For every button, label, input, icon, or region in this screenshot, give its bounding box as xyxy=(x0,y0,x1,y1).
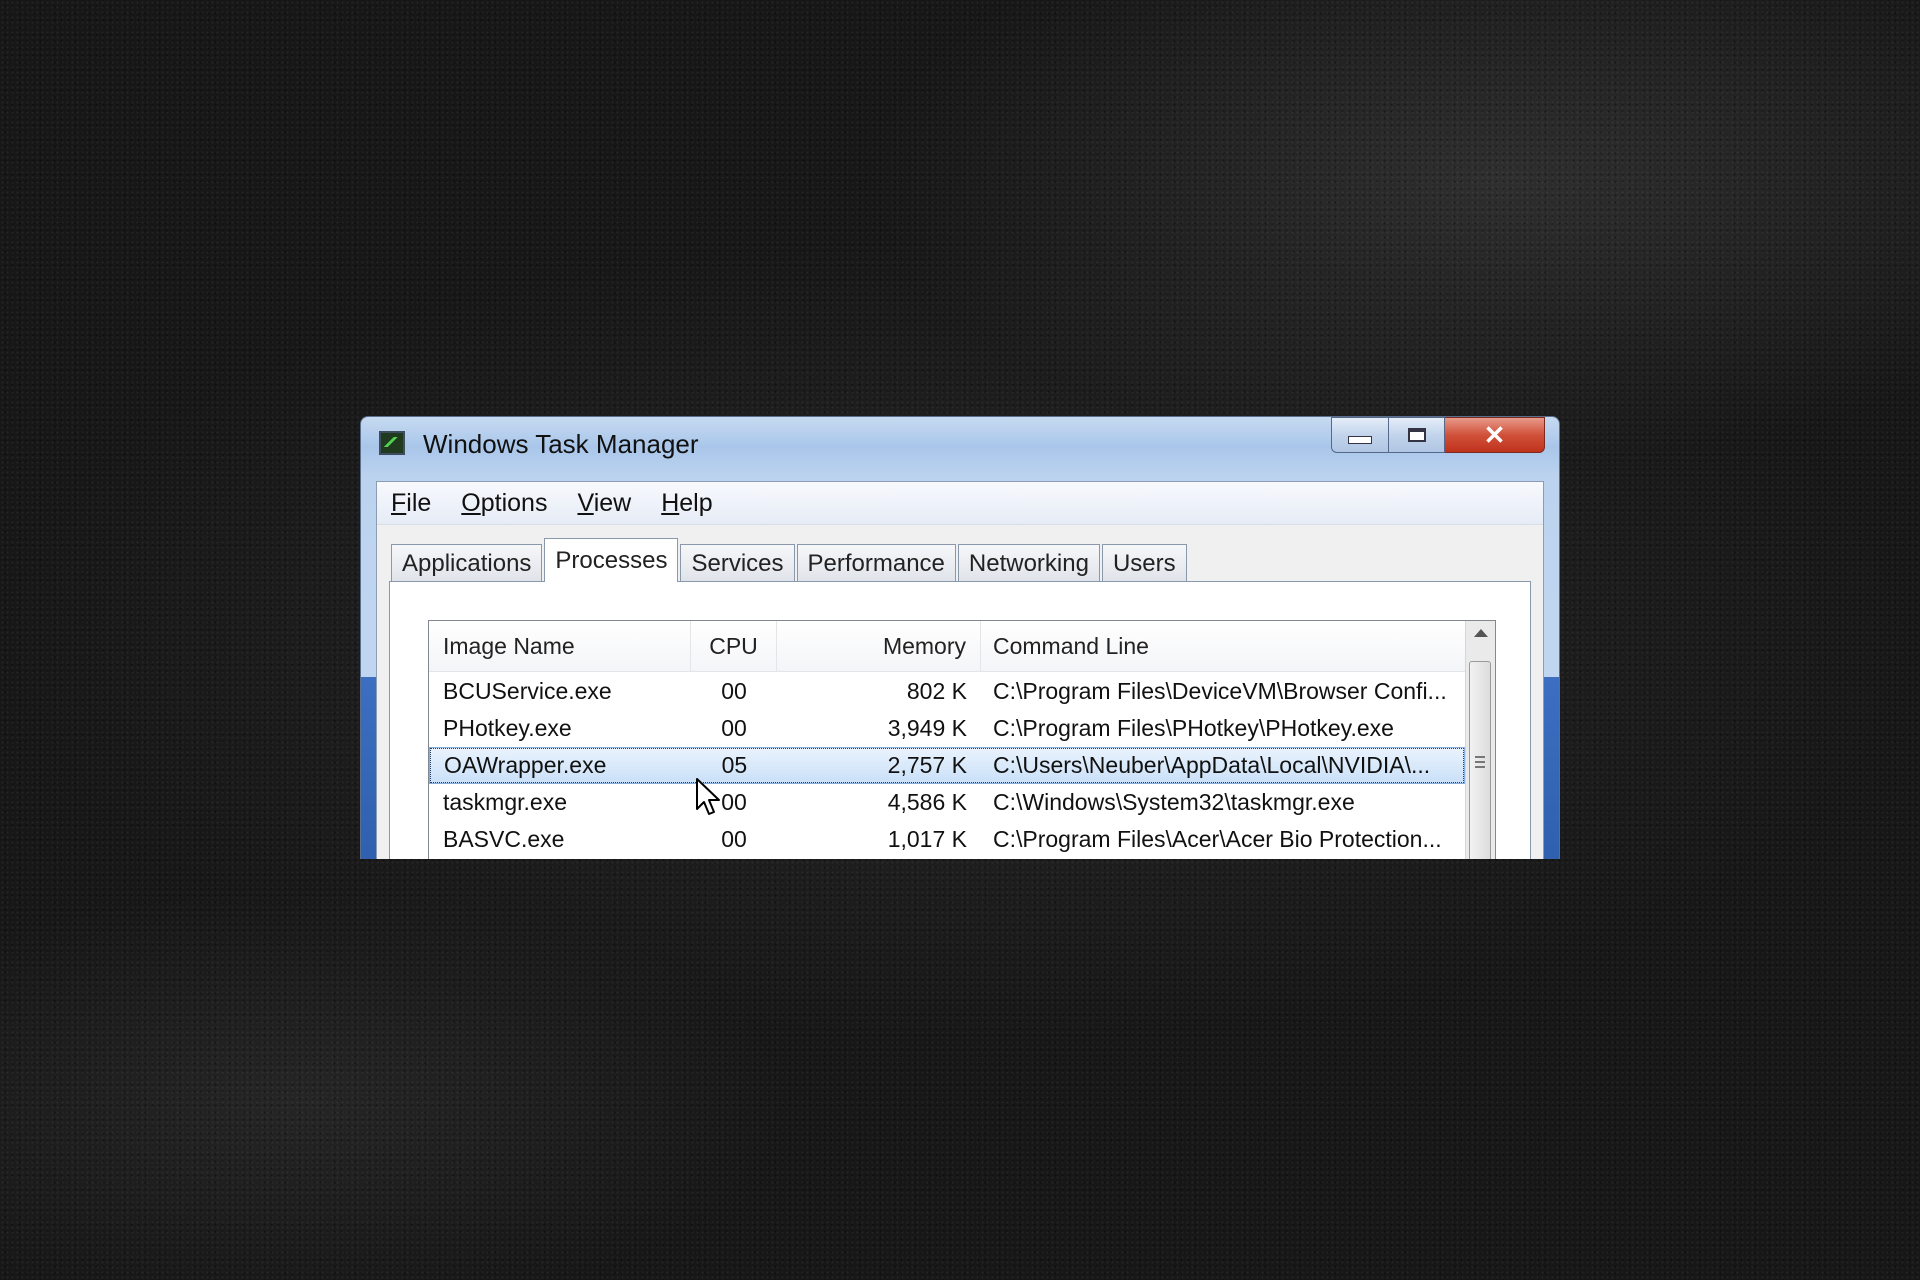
process-rows: BCUService.exe 00 802 K C:\Program Files… xyxy=(429,673,1465,858)
vertical-scrollbar[interactable] xyxy=(1465,621,1495,859)
process-name: PHotkey.exe xyxy=(443,715,572,741)
process-cpu: 00 xyxy=(721,715,747,741)
process-name: taskmgr.exe xyxy=(443,789,567,815)
table-row[interactable]: PHotkey.exe 00 3,949 K C:\Program Files\… xyxy=(429,710,1465,747)
tab-performance[interactable]: Performance xyxy=(796,544,956,582)
table-row[interactable]: taskmgr.exe 00 4,586 K C:\Windows\System… xyxy=(429,784,1465,821)
column-header-memory[interactable]: Memory xyxy=(777,621,981,671)
task-manager-window: Windows Task Manager ✕ File Options View xyxy=(360,416,1560,859)
window-client-area: File Options View Help Applications Proc… xyxy=(376,481,1544,859)
window-frame-right xyxy=(1544,677,1559,859)
table-row-selected[interactable]: OAWrapper.exe 05 2,757 K C:\Users\Neuber… xyxy=(429,747,1465,784)
processes-panel: Image Name CPU Memory Command Line BCUSe… xyxy=(389,581,1531,859)
scrollbar-grip-icon xyxy=(1475,756,1485,768)
scrollbar-thumb[interactable] xyxy=(1469,661,1491,859)
process-command-line: C:\Program Files\DeviceVM\Browser Confi.… xyxy=(993,678,1447,704)
column-header-image-name[interactable]: Image Name xyxy=(429,621,691,671)
menu-bar: File Options View Help xyxy=(377,482,1543,525)
menu-help[interactable]: Help xyxy=(661,489,712,518)
process-command-line: C:\Program Files\PHotkey\PHotkey.exe xyxy=(993,715,1394,741)
scroll-up-arrow-icon[interactable] xyxy=(1474,629,1488,637)
tab-applications[interactable]: Applications xyxy=(391,544,543,582)
menu-view[interactable]: View xyxy=(577,489,631,518)
tab-strip: Applications Processes Services Performa… xyxy=(391,538,1189,582)
close-button[interactable]: ✕ xyxy=(1445,417,1545,453)
process-memory: 2,757 K xyxy=(887,752,967,778)
column-header-cpu[interactable]: CPU xyxy=(691,621,777,671)
tab-networking[interactable]: Networking xyxy=(957,544,1100,582)
process-name: BCUService.exe xyxy=(443,678,612,704)
process-command-line: C:\Users\Neuber\AppData\Local\NVIDIA\... xyxy=(992,752,1431,778)
process-memory: 4,586 K xyxy=(887,789,967,815)
window-frame-left xyxy=(361,677,376,859)
process-command-line: C:\Program Files\Acer\Acer Bio Protectio… xyxy=(993,826,1442,852)
menu-options[interactable]: Options xyxy=(461,489,547,518)
title-bar[interactable]: Windows Task Manager ✕ xyxy=(361,417,1559,473)
process-memory: 802 K xyxy=(906,678,967,704)
process-cpu: 00 xyxy=(721,678,747,704)
minimize-button[interactable] xyxy=(1331,417,1389,453)
process-memory: 1,017 K xyxy=(887,826,967,852)
maximize-button[interactable] xyxy=(1389,417,1445,453)
window-controls: ✕ xyxy=(1331,417,1545,455)
tab-services[interactable]: Services xyxy=(680,544,795,582)
process-name: OAWrapper.exe xyxy=(444,752,607,778)
process-cpu: 00 xyxy=(721,826,747,852)
menu-file[interactable]: File xyxy=(391,489,431,518)
screenshot-crop: Windows Task Manager ✕ File Options View xyxy=(360,416,1560,859)
table-row[interactable]: BCUService.exe 00 802 K C:\Program Files… xyxy=(429,673,1465,710)
close-icon: ✕ xyxy=(1483,419,1506,450)
window-title: Windows Task Manager xyxy=(423,429,699,459)
task-manager-app-icon xyxy=(379,431,405,455)
mouse-pointer-icon xyxy=(696,778,720,815)
column-header-command-line[interactable]: Command Line xyxy=(981,621,1465,671)
process-command-line: C:\Windows\System32\taskmgr.exe xyxy=(993,789,1355,815)
minimize-icon xyxy=(1348,436,1372,444)
process-list[interactable]: Image Name CPU Memory Command Line BCUSe… xyxy=(428,620,1496,859)
maximize-icon xyxy=(1407,428,1426,442)
tab-processes[interactable]: Processes xyxy=(544,538,679,582)
process-memory: 3,949 K xyxy=(887,715,967,741)
process-name: BASVC.exe xyxy=(443,826,565,852)
table-row[interactable]: BASVC.exe 00 1,017 K C:\Program Files\Ac… xyxy=(429,821,1465,858)
tab-users[interactable]: Users xyxy=(1101,544,1187,582)
process-list-header: Image Name CPU Memory Command Line xyxy=(429,621,1465,672)
